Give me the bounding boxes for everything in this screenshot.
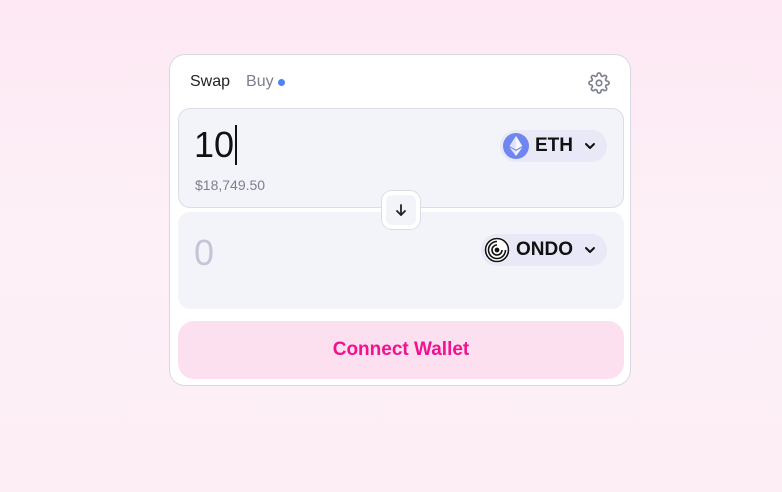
connect-wallet-button[interactable]: Connect Wallet bbox=[178, 321, 624, 379]
tab-buy-wrapper[interactable]: Buy bbox=[246, 73, 285, 91]
swap-widget: Swap Buy 10 $18,749.50 ETH 0 ONDO Connec… bbox=[169, 54, 631, 386]
swap-tabs: Swap Buy bbox=[190, 73, 285, 91]
buy-token-symbol: ONDO bbox=[516, 239, 573, 260]
sell-amount-value[interactable]: 10 bbox=[194, 124, 234, 166]
ondo-icon bbox=[484, 237, 510, 263]
arrow-down-icon bbox=[396, 204, 406, 216]
sell-usd-value: $18,749.50 bbox=[195, 177, 266, 193]
text-caret bbox=[235, 125, 238, 165]
tab-swap[interactable]: Swap bbox=[190, 73, 230, 91]
tab-buy[interactable]: Buy bbox=[246, 73, 274, 91]
new-indicator-dot bbox=[277, 78, 285, 86]
sell-token-selector[interactable]: ETH bbox=[500, 130, 607, 162]
chevron-down-icon bbox=[585, 143, 595, 149]
buy-amount-input[interactable]: 0 bbox=[194, 232, 214, 274]
chevron-down-icon bbox=[585, 247, 595, 253]
swap-direction-button[interactable] bbox=[382, 191, 420, 229]
sell-token-symbol: ETH bbox=[535, 135, 573, 156]
buy-token-selector[interactable]: ONDO bbox=[481, 234, 607, 266]
eth-icon bbox=[503, 133, 529, 159]
gear-icon[interactable] bbox=[588, 72, 610, 94]
sell-amount-input[interactable]: 10 bbox=[194, 124, 238, 166]
